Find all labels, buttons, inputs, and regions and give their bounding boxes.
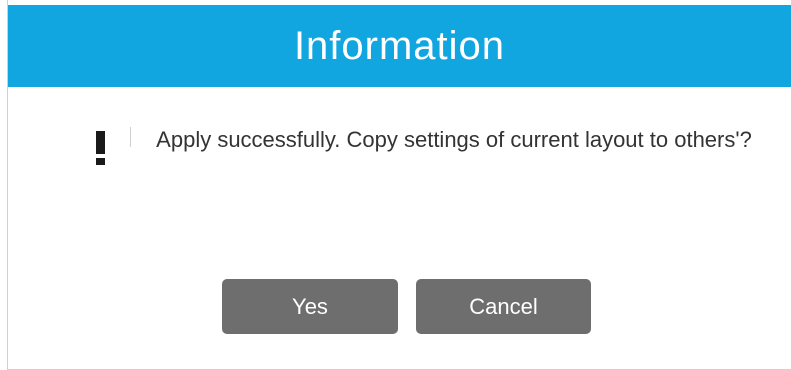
dialog-title-bar: Information [8, 5, 791, 87]
dialog-message: Apply successfully. Copy settings of cur… [156, 127, 752, 152]
exclamation-icon [94, 131, 108, 165]
yes-button[interactable]: Yes [222, 279, 398, 334]
cancel-button[interactable]: Cancel [416, 279, 591, 334]
information-dialog: Information Apply successfully. Copy set… [7, 0, 791, 370]
divider [130, 127, 131, 147]
dialog-message-row: Apply successfully. Copy settings of cur… [8, 127, 791, 197]
dialog-title: Information [293, 24, 506, 68]
